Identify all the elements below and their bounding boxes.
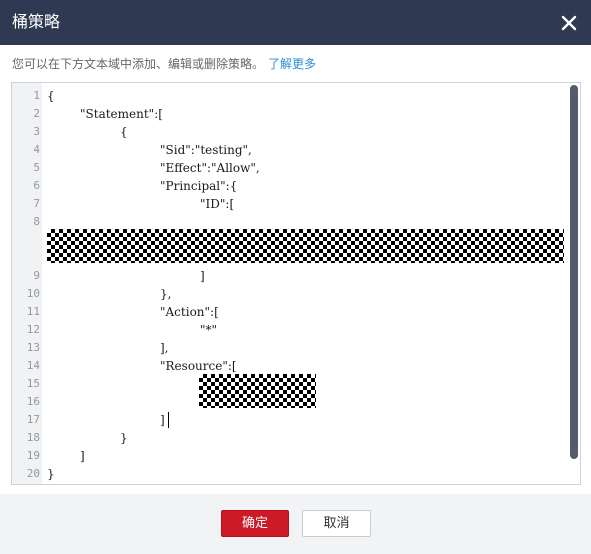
code-line: "*" (200, 323, 218, 337)
policy-editor[interactable]: 1 2 3 4 5 6 7 8 9 10 11 12 13 14 15 16 1… (11, 82, 581, 485)
line-number: 19 (26, 449, 40, 462)
line-number: 13 (26, 341, 40, 354)
learn-more-link[interactable]: 了解更多 (268, 57, 316, 71)
text-caret (168, 412, 169, 428)
line-number: 14 (26, 359, 40, 372)
code-line: "Statement":[ (80, 107, 163, 121)
hint-text: 您可以在下方文本域中添加、编辑或删除策略。 了解更多 (12, 56, 316, 72)
bucket-policy-dialog: 桶策略 您可以在下方文本域中添加、编辑或删除策略。 了解更多 1 2 3 4 5 … (0, 0, 591, 554)
code-line: "ID":[ (200, 197, 235, 211)
line-number-gutter: 1 2 3 4 5 6 7 8 9 10 11 12 13 14 15 16 1… (12, 83, 42, 484)
editor-scrollbar[interactable] (570, 85, 578, 459)
line-number: 6 (33, 179, 40, 192)
line-number: 17 (26, 413, 40, 426)
line-number: 15 (26, 377, 40, 390)
code-line: "Sid":"testing", (160, 143, 252, 157)
line-number: 9 (33, 269, 40, 282)
line-number: 12 (26, 323, 40, 336)
code-line: ], (160, 341, 169, 355)
line-number: 2 (33, 107, 40, 120)
confirm-button[interactable]: 确定 (221, 510, 289, 537)
line-number: 10 (26, 287, 40, 300)
line-number: 1 (33, 89, 40, 102)
code-line: ] (160, 413, 165, 427)
code-line: }, (160, 287, 172, 301)
close-icon[interactable] (560, 14, 578, 32)
line-number: 16 (26, 395, 40, 408)
line-number: 11 (26, 305, 40, 318)
code-line: "Principal":{ (160, 179, 238, 193)
line-number: 4 (33, 143, 40, 156)
dialog-titlebar: 桶策略 (0, 0, 591, 45)
code-line: "Action":[ (160, 305, 219, 319)
code-line: { (120, 125, 128, 139)
code-line: ] (200, 269, 205, 283)
dialog-footer: 确定 取消 (0, 494, 591, 554)
code-line: } (120, 431, 128, 445)
line-number: 5 (33, 161, 40, 174)
cancel-button[interactable]: 取消 (302, 510, 371, 537)
line-number: 18 (26, 431, 40, 444)
code-line: ] (80, 449, 85, 463)
code-line: "Resource":[ (160, 359, 237, 373)
line-number: 8 (33, 215, 40, 228)
code-line: "Effect":"Allow", (160, 161, 260, 175)
line-number: 7 (33, 197, 40, 210)
code-line: { (47, 89, 55, 103)
dialog-title: 桶策略 (12, 12, 61, 31)
code-line: } (47, 467, 55, 481)
line-number: 20 (26, 467, 40, 480)
redacted-principal-id (47, 229, 564, 263)
line-number: 3 (33, 125, 40, 138)
hint-message: 您可以在下方文本域中添加、编辑或删除策略。 (12, 57, 265, 71)
redacted-resource (199, 374, 316, 408)
